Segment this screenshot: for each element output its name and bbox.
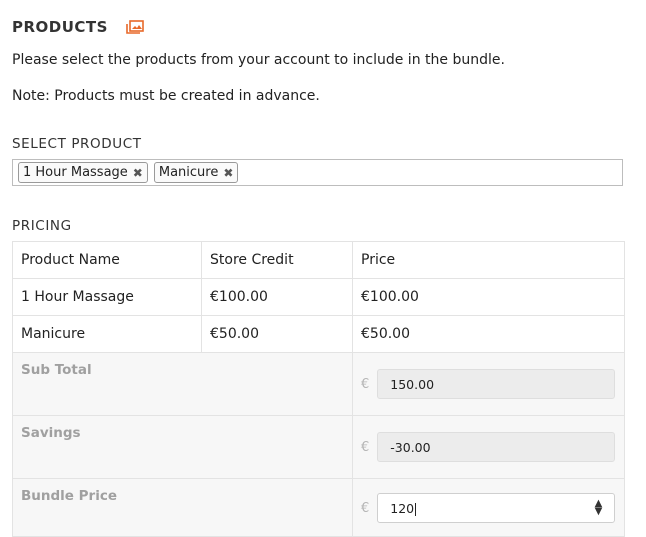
pricing-label: PRICING (12, 218, 72, 234)
bundle-price-label: Bundle Price (12, 478, 353, 537)
number-spinner-icon[interactable]: ▲ ▼ (595, 498, 603, 516)
bundle-form: PRODUCTS Please select the products from… (0, 0, 646, 537)
store-credit-cell: €50.00 (201, 315, 353, 353)
products-heading: PRODUCTS (12, 18, 634, 36)
pricing-table: Product Name Store Credit Price 1 Hour M… (12, 241, 625, 537)
products-description: Please select the products from your acc… (12, 52, 505, 68)
selected-product-tag[interactable]: 1 Hour Massage ✖ (18, 162, 148, 183)
product-name-cell: Manicure (12, 315, 202, 353)
tag-label: 1 Hour Massage (23, 165, 128, 180)
products-note: Note: Products must be created in advanc… (12, 88, 320, 104)
store-credit-cell: €100.00 (201, 278, 353, 316)
price-cell: €50.00 (352, 315, 625, 353)
text-cursor (415, 502, 417, 516)
gallery-icon[interactable] (126, 20, 144, 34)
currency-symbol: € (361, 377, 370, 392)
column-header-credit: Store Credit (201, 241, 353, 279)
savings-label: Savings (12, 415, 353, 479)
savings-field: -30.00 (377, 432, 616, 462)
bundle-price-value: 120 (390, 500, 415, 516)
subtotal-label: Sub Total (12, 352, 353, 416)
table-row: Manicure €50.00 €50.00 (12, 315, 625, 353)
select-product-label: SELECT PRODUCT (12, 136, 142, 152)
product-multiselect[interactable]: 1 Hour Massage ✖ Manicure ✖ (12, 159, 623, 186)
savings-row: Savings € -30.00 (12, 415, 625, 479)
products-title: PRODUCTS (12, 18, 108, 36)
product-name-cell: 1 Hour Massage (12, 278, 202, 316)
remove-tag-icon[interactable]: ✖ (223, 166, 233, 180)
subtotal-field: 150.00 (377, 369, 616, 399)
bundle-price-row: Bundle Price €120 ▲ ▼ (12, 478, 625, 537)
selected-product-tag[interactable]: Manicure ✖ (153, 162, 239, 183)
currency-symbol: € (361, 500, 370, 516)
tag-label: Manicure (158, 165, 219, 180)
column-header-price: Price (352, 241, 625, 279)
price-cell: €100.00 (352, 278, 625, 316)
bundle-price-cell: €120 ▲ ▼ (352, 478, 625, 537)
currency-symbol: € (361, 440, 370, 455)
bundle-price-input[interactable]: 120 ▲ ▼ (377, 492, 616, 523)
column-header-product: Product Name (12, 241, 202, 279)
table-row: 1 Hour Massage €100.00 €100.00 (12, 278, 625, 316)
table-header-row: Product Name Store Credit Price (12, 241, 625, 279)
subtotal-cell: €150.00 (352, 352, 625, 416)
remove-tag-icon[interactable]: ✖ (133, 166, 143, 180)
savings-cell: € -30.00 (352, 415, 625, 479)
subtotal-row: Sub Total €150.00 (12, 352, 625, 416)
